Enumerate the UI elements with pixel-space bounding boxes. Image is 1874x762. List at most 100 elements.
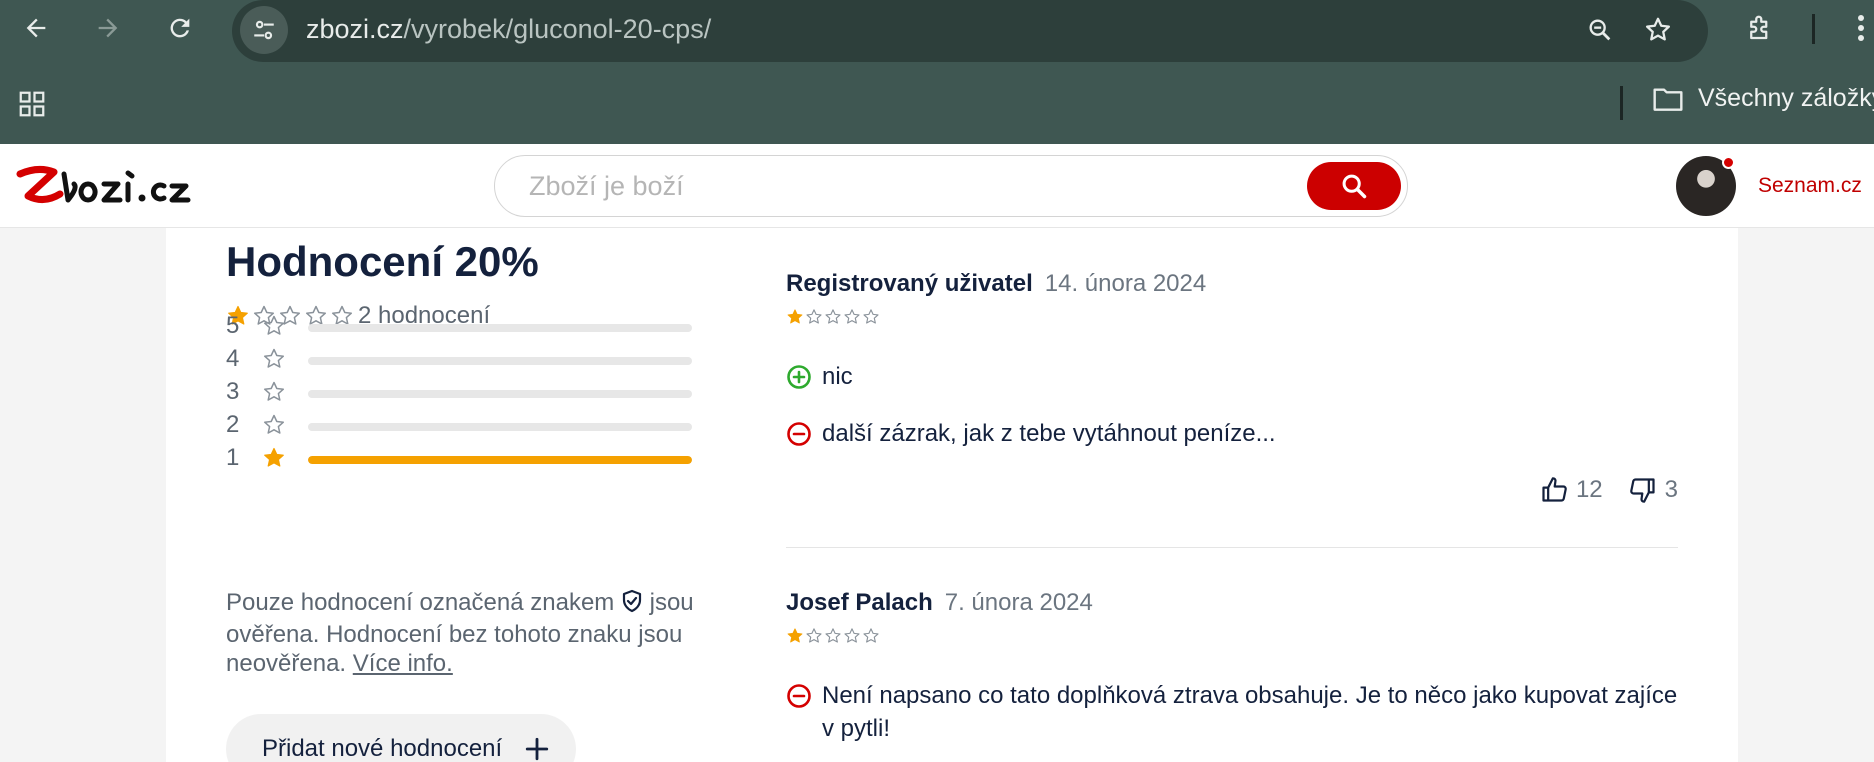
minus-circle-icon: [787, 422, 811, 446]
arrow-right-icon: [98, 18, 118, 38]
distribution-row: 1: [226, 444, 692, 475]
plus-icon: [526, 737, 549, 761]
star-empty-icon: [263, 348, 285, 368]
star-empty-icon: [863, 628, 879, 643]
review-date: 14. února 2024: [1044, 270, 1207, 297]
search-icon: [1342, 174, 1367, 199]
url-host: zbozi.cz: [306, 14, 404, 44]
forward-button[interactable]: [86, 6, 130, 50]
add-review-button[interactable]: Přidat nové hodnocení: [226, 714, 576, 762]
star-empty-icon: [263, 381, 285, 401]
distribution-bar: [308, 456, 692, 464]
extensions-button[interactable]: [1738, 6, 1782, 50]
bookmark-star-button[interactable]: [1636, 8, 1680, 52]
reload-icon: [170, 18, 190, 38]
review-item: Registrovaný uživatel 14. února 2024 nic…: [786, 270, 1678, 530]
review-author: Josef Palach: [786, 589, 933, 616]
distribution-star: [262, 314, 286, 343]
tune-icon: [254, 20, 274, 40]
review-cons: Není napsano co tato doplňková ztrava ob…: [786, 679, 1678, 745]
kebab-menu-icon: [1858, 15, 1864, 41]
review-stars: [786, 308, 1678, 326]
all-bookmarks-folder[interactable]: Všechny záložky: [1652, 84, 1874, 113]
star-filled-icon: [787, 309, 803, 324]
zoom-icon: [1589, 19, 1611, 41]
folder-icon: [1653, 87, 1683, 111]
site-info-button[interactable]: [240, 6, 288, 54]
star-empty-icon: [844, 628, 860, 643]
arrow-left-icon: [26, 18, 46, 38]
search-button[interactable]: [1307, 162, 1401, 210]
star-filled-icon: [264, 447, 284, 467]
review-date: 7. února 2024: [944, 589, 1093, 616]
verification-info: Pouze hodnocení označená znakem jsou ově…: [226, 588, 696, 678]
review-header: Registrovaný uživatel 14. února 2024: [786, 270, 1678, 298]
info-text-before: Pouze hodnocení označená znakem: [226, 589, 615, 616]
apps-button[interactable]: [10, 82, 54, 126]
distribution-row: 2: [226, 411, 692, 442]
distribution-star: [262, 380, 286, 409]
url-text[interactable]: zbozi.cz/vyrobek/gluconol-20-cps/: [306, 14, 711, 45]
star-empty-icon: [263, 315, 285, 335]
all-bookmarks-label: Všechny záložky: [1698, 84, 1874, 112]
url-path: /vyrobek/gluconol-20-cps/: [403, 14, 712, 44]
toolbar-divider: [1812, 14, 1815, 44]
distribution-star-count: 4: [226, 345, 240, 372]
zoom-button[interactable]: [1578, 8, 1622, 52]
search-bar: [494, 155, 1408, 217]
distribution-star-count: 3: [226, 378, 240, 405]
thumbs-down-icon: [1629, 478, 1655, 503]
like-count: 12: [1575, 476, 1603, 503]
reload-button[interactable]: [158, 6, 202, 50]
distribution-bar: [308, 357, 692, 365]
like-button[interactable]: 12: [1540, 476, 1603, 504]
search-input[interactable]: [529, 168, 1229, 204]
star-outline-icon: [1646, 17, 1670, 41]
browser-menu-button[interactable]: [1848, 6, 1874, 50]
distribution-star-count: 1: [226, 444, 240, 471]
dislike-button[interactable]: 3: [1629, 476, 1678, 504]
star-empty-icon: [806, 628, 822, 643]
dislike-count: 3: [1664, 476, 1678, 503]
review-votes: 12 3: [1540, 476, 1678, 504]
add-review-label: Přidat nové hodnocení: [262, 735, 503, 762]
distribution-bar-fill: [308, 456, 692, 464]
star-empty-icon: [825, 628, 841, 643]
review-header: Josef Palach 7. února 2024: [786, 589, 1678, 617]
more-info-link[interactable]: Více info.: [353, 650, 453, 677]
review-author: Registrovaný uživatel: [786, 270, 1033, 297]
distribution-row: 3: [226, 378, 692, 409]
thumbs-up-icon: [1542, 477, 1567, 502]
site-header: Seznam.cz: [0, 144, 1874, 228]
star-empty-icon: [863, 309, 879, 324]
plus-circle-icon: [787, 365, 811, 389]
minus-circle-icon: [787, 684, 811, 708]
review-pros-text: nic: [822, 363, 853, 390]
distribution-bar: [308, 324, 692, 332]
distribution-star: [262, 446, 286, 475]
distribution-star: [262, 413, 286, 442]
review-pros: nic: [786, 360, 853, 393]
back-button[interactable]: [14, 6, 58, 50]
distribution-star-count: 5: [226, 312, 240, 339]
review-cons-text: Není napsano co tato doplňková ztrava ob…: [822, 682, 1678, 742]
review-item: Josef Palach 7. února 2024 Není napsano …: [786, 589, 1678, 762]
puzzle-icon: [1750, 15, 1768, 40]
star-empty-icon: [806, 309, 822, 324]
zbozi-logo-mark: [16, 165, 191, 203]
zbozi-logo[interactable]: [14, 164, 204, 213]
distribution-star: [262, 347, 286, 376]
address-bar[interactable]: zbozi.cz/vyrobek/gluconol-20-cps/: [232, 0, 1708, 62]
star-empty-icon: [844, 309, 860, 324]
notification-dot: [1722, 156, 1735, 169]
rating-title: Hodnocení 20%: [226, 238, 539, 285]
bookmarks-bar: Všechny záložky: [0, 78, 1874, 134]
review-divider: [786, 547, 1678, 548]
distribution-row: 5: [226, 312, 692, 343]
seznam-link[interactable]: Seznam.cz: [1758, 174, 1862, 198]
star-filled-icon: [787, 628, 803, 643]
bookmarks-divider: [1620, 86, 1623, 120]
review-cons-text: další zázrak, jak z tebe vytáhnout peníz…: [822, 420, 1276, 447]
distribution-row: 4: [226, 345, 692, 376]
star-empty-icon: [825, 309, 841, 324]
